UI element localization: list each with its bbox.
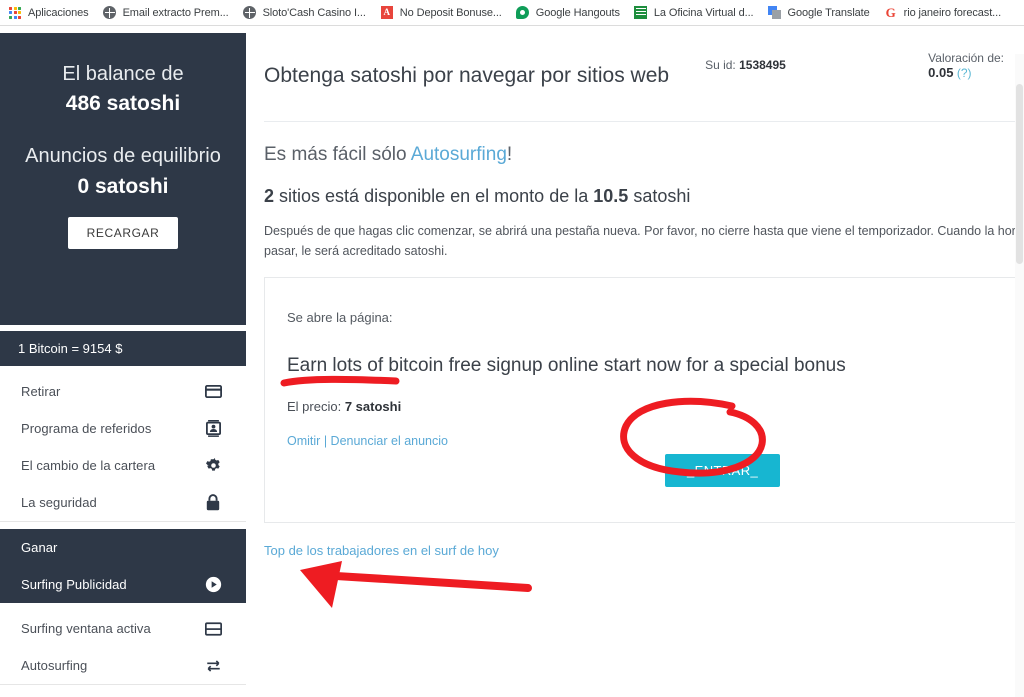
bookmark-label: No Deposit Bonuse... xyxy=(399,6,502,19)
translate-icon xyxy=(767,6,781,20)
recargar-button[interactable]: RECARGAR xyxy=(67,217,179,249)
top-workers-link[interactable]: Top de los trabajadores en el surf de ho… xyxy=(264,543,499,558)
credit-card-icon xyxy=(204,383,222,401)
sidebar-item-label: Surfing ventana activa xyxy=(21,621,151,636)
bookmark-oficina-virtual[interactable]: La Oficina Virtual d... xyxy=(634,3,754,23)
user-id-value: 1538495 xyxy=(739,58,786,72)
contact-card-icon xyxy=(204,420,222,438)
page-title: Obtenga satoshi por navegar por sitios w… xyxy=(264,64,670,88)
bookmark-label: Email extracto Prem... xyxy=(122,6,229,19)
bookmark-aplicaciones[interactable]: Aplicaciones xyxy=(8,3,89,23)
sidebar-menu-group-surf: Surfing ventana activa Autosurfing xyxy=(0,610,246,685)
sidebar-item-label: Retirar xyxy=(21,384,61,399)
autosurfing-link[interactable]: Autosurfing xyxy=(411,144,507,165)
bookmarks-bar: Aplicaciones Email extracto Prem... Slot… xyxy=(0,0,1024,26)
green-doc-icon xyxy=(634,6,648,20)
bookmark-email-extracto[interactable]: Email extracto Prem... xyxy=(103,3,229,23)
rating-value: 0.05 xyxy=(928,65,954,80)
google-g-icon: G xyxy=(885,5,896,20)
bookmark-no-deposit-bonus[interactable]: A No Deposit Bonuse... xyxy=(380,3,502,23)
sidebar-item-ganar[interactable]: Ganar xyxy=(0,529,246,566)
sidebar-item-label: Ganar xyxy=(21,540,58,555)
sidebar-item-programa-referidos[interactable]: Programa de referidos xyxy=(0,410,246,447)
availability-unit: satoshi xyxy=(633,186,691,207)
page-scrollbar-thumb[interactable] xyxy=(1016,84,1023,264)
balance-label: El balance de xyxy=(62,63,184,85)
bookmark-google-hangouts[interactable]: Google Hangouts xyxy=(516,3,620,23)
bookmark-rio-janeiro-forecast[interactable]: G rio janeiro forecast... xyxy=(884,3,1002,23)
bookmark-slotocash[interactable]: Sloto'Cash Casino I... xyxy=(243,3,366,23)
sidebar-item-label: El cambio de la cartera xyxy=(21,458,156,473)
entrar-button[interactable]: _ENTRAR_ xyxy=(665,454,781,488)
rating-block: Valoración de: 0.05 (?) xyxy=(928,51,1014,80)
balance-value: 486 satoshi xyxy=(65,92,181,115)
globe-icon xyxy=(243,6,257,20)
bookmark-google-translate[interactable]: Google Translate xyxy=(767,3,870,23)
bookmark-label: Google Translate xyxy=(787,6,870,19)
user-id: Su id: 1538495 xyxy=(705,58,786,72)
apps-grid-icon xyxy=(8,6,22,20)
sidebar-item-cambio-cartera[interactable]: El cambio de la cartera xyxy=(0,447,246,484)
no-icon xyxy=(204,539,222,557)
sidebar-item-autosurfing[interactable]: Autosurfing xyxy=(0,647,246,684)
bookmark-label: Aplicaciones xyxy=(28,6,89,19)
ads-balance-label: Anuncios de equilibrio xyxy=(25,145,221,167)
instructions-text: Después de que hagas clic comenzar, se a… xyxy=(264,224,1024,259)
sidebar-item-label: Programa de referidos xyxy=(21,421,152,436)
bookmark-label: Google Hangouts xyxy=(535,6,620,19)
rating-help-icon[interactable]: (?) xyxy=(957,66,972,80)
rating-label: Valoración de: xyxy=(928,51,1004,65)
ad-open-label: Se abre la página: xyxy=(287,310,393,326)
window-icon xyxy=(204,620,222,638)
easier-suffix: ! xyxy=(506,144,513,166)
bookmark-label: rio janeiro forecast... xyxy=(903,6,1002,19)
user-id-label: Su id: xyxy=(705,58,736,72)
sidebar-menu-group-earn: Ganar Surfing Publicidad xyxy=(0,529,246,603)
browser-window: Aplicaciones Email extracto Prem... Slot… xyxy=(0,0,1024,697)
ad-title: Earn lots of bitcoin free signup online … xyxy=(287,355,846,377)
omitir-link[interactable]: Omitir xyxy=(287,434,320,448)
globe-icon xyxy=(103,6,117,20)
availability-count: 2 xyxy=(264,186,275,207)
content-header: Obtenga satoshi por navegar por sitios w… xyxy=(264,27,1024,123)
ad-links: Omitir | Denunciar el anuncio xyxy=(287,434,1024,448)
gear-icon xyxy=(204,457,222,475)
sidebar: El balance de 486 satoshi Anuncios de eq… xyxy=(0,33,246,697)
availability-mid: sitios está disponible en el monto de la xyxy=(279,186,589,207)
sidebar-menu-group-account: Retirar Programa de referidos El cambio … xyxy=(0,373,246,522)
bookmark-label: Sloto'Cash Casino I... xyxy=(262,6,366,19)
ad-price-value: 7 satoshi xyxy=(344,399,402,415)
hangouts-icon xyxy=(516,6,530,20)
sidebar-item-retirar[interactable]: Retirar xyxy=(0,373,246,410)
availability-line: 2 sitios está disponible en el monto de … xyxy=(264,186,1024,207)
loop-arrows-icon xyxy=(204,657,222,675)
sidebar-item-label: Autosurfing xyxy=(21,658,88,673)
sidebar-item-surfing-ventana-activa[interactable]: Surfing ventana activa xyxy=(0,610,246,647)
balance-card: El balance de 486 satoshi Anuncios de eq… xyxy=(0,33,246,325)
ad-price: El precio: 7 satoshi xyxy=(287,399,1024,414)
page-content: El balance de 486 satoshi Anuncios de eq… xyxy=(0,27,1024,697)
ad-card: Se abre la página: Earn lots of bitcoin … xyxy=(264,277,1024,524)
sidebar-item-surfing-publicidad[interactable]: Surfing Publicidad xyxy=(0,566,246,603)
sidebar-item-label: Surfing Publicidad xyxy=(21,577,127,592)
bitcoin-rate: 1 Bitcoin = 9154 $ xyxy=(0,331,246,366)
easier-prefix: Es más fácil sólo xyxy=(264,144,411,166)
availability-amount: 10.5 xyxy=(593,186,629,207)
bookmark-label: La Oficina Virtual d... xyxy=(653,6,754,19)
ad-price-label: El precio: xyxy=(287,399,342,415)
ads-balance-value: 0 satoshi xyxy=(77,175,169,198)
sidebar-item-label: La seguridad xyxy=(21,495,97,510)
red-square-a-icon: A xyxy=(380,6,394,20)
lock-icon xyxy=(204,494,222,512)
link-separator: | xyxy=(323,434,328,449)
sidebar-item-seguridad[interactable]: La seguridad xyxy=(0,484,246,521)
main-content: Obtenga satoshi por navegar por sitios w… xyxy=(246,27,1024,697)
easier-notice: Es más fácil sólo Autosurfing! xyxy=(264,144,1024,166)
play-circle-icon xyxy=(204,576,222,594)
denunciar-anuncio-link[interactable]: Denunciar el anuncio xyxy=(331,434,448,448)
page-scrollbar-track[interactable] xyxy=(1015,54,1024,697)
